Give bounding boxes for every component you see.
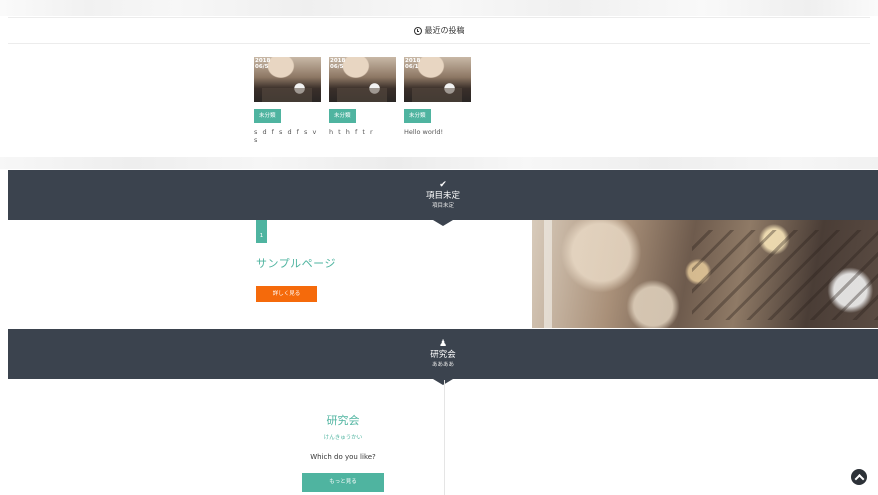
post-category-badge[interactable]: 未分類: [329, 109, 356, 123]
see-more-button[interactable]: もっと見る: [302, 473, 384, 492]
post-date: 2018 06/5: [330, 58, 346, 70]
post-date: 2018 06/1: [405, 58, 421, 70]
person-icon: ♟: [438, 339, 448, 349]
lab-reading: けんきゅうかい: [323, 435, 363, 441]
section-header-lab: ♟ 研究会 ああああ: [8, 329, 878, 385]
section-pointer: [433, 220, 453, 226]
post-category-badge[interactable]: 未分類: [404, 109, 431, 123]
recent-posts-heading: 最近の投稿: [424, 26, 465, 35]
post-title[interactable]: h t h f t r: [329, 128, 396, 136]
page-title-link[interactable]: サンプルページ: [256, 255, 336, 271]
chevron-up-icon[interactable]: [851, 469, 867, 485]
read-more-button[interactable]: 詳しく見る: [256, 286, 317, 302]
clock-icon: [413, 26, 422, 35]
section-title: 項目未定: [425, 191, 460, 201]
post-thumbnail[interactable]: 2018 06/5: [254, 57, 321, 102]
page-number-badge: 1: [256, 220, 267, 243]
post-card[interactable]: 2018 06/1 未分類 Hello world!: [404, 57, 471, 136]
recent-posts-header: 最近の投稿: [8, 17, 870, 44]
column-divider: [444, 380, 445, 495]
section-title: 研究会: [430, 350, 456, 360]
cafe-photo: [532, 220, 878, 328]
section-pointer: [433, 379, 453, 385]
post-card[interactable]: 2018 06/5 未分類 s d f s d f s v s: [254, 57, 321, 144]
post-thumbnail[interactable]: 2018 06/1: [404, 57, 471, 102]
post-thumbnail[interactable]: 2018 06/5: [329, 57, 396, 102]
mid-decorative-strip: [0, 157, 878, 169]
check-icon: ✔: [439, 180, 447, 190]
lab-title: 研究会: [326, 414, 360, 427]
top-decorative-strip: [0, 0, 878, 16]
section-header-pages: ✔ 項目未定 項目未定: [8, 170, 878, 226]
lab-question: Which do you like?: [310, 453, 376, 461]
section-subtitle: ああああ: [431, 362, 454, 368]
section-subtitle: 項目未定: [431, 203, 454, 209]
post-category-badge[interactable]: 未分類: [254, 109, 281, 123]
post-title[interactable]: Hello world!: [404, 128, 471, 136]
post-card[interactable]: 2018 06/5 未分類 h t h f t r: [329, 57, 396, 136]
post-title[interactable]: s d f s d f s v s: [254, 128, 321, 144]
post-date: 2018 06/5: [255, 58, 271, 70]
